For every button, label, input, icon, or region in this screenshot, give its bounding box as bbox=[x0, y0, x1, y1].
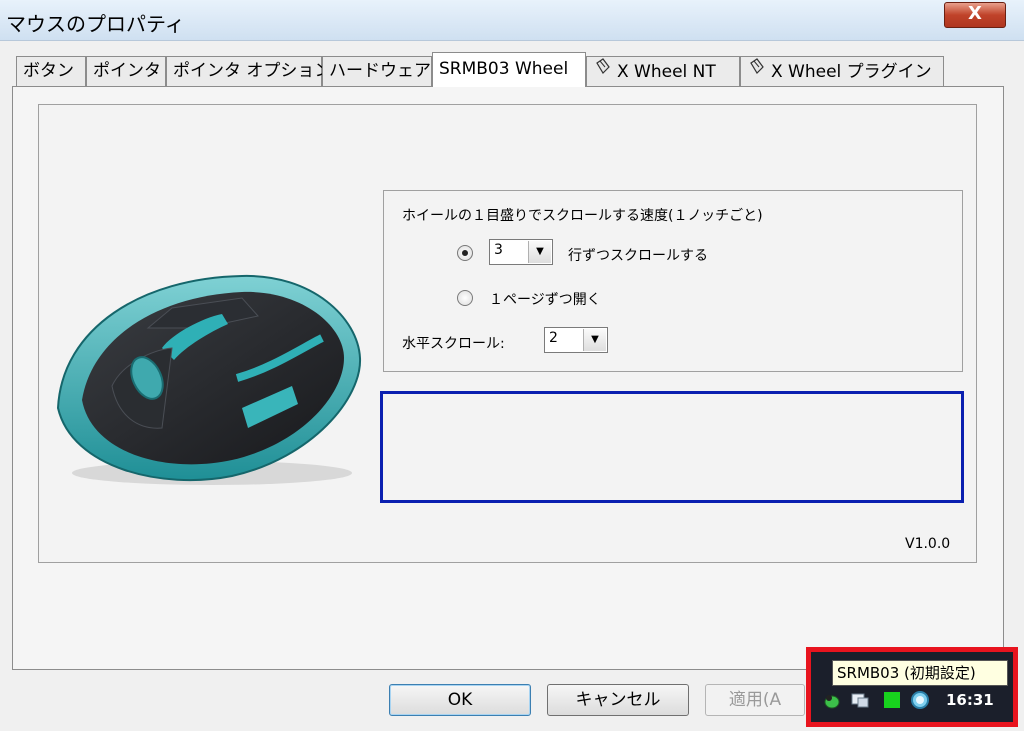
chevron-down-icon[interactable]: ▼ bbox=[528, 241, 551, 263]
green-status-icon[interactable] bbox=[882, 690, 902, 710]
network-icon[interactable] bbox=[850, 690, 870, 710]
horizontal-scroll-dropdown[interactable]: 2 ▼ bbox=[544, 327, 608, 353]
lines-scroll-label: 行ずつスクロールする bbox=[568, 248, 708, 264]
window-title: マウスのプロパティ bbox=[6, 12, 185, 36]
tray-tooltip: SRMB03 (初期設定) bbox=[832, 660, 1008, 686]
system-tray bbox=[806, 647, 1018, 727]
mouse-tray-icon[interactable] bbox=[822, 690, 842, 710]
tab-buttons[interactable]: ボタン bbox=[16, 56, 86, 86]
cancel-button[interactable]: キャンセル bbox=[547, 684, 689, 716]
horizontal-scroll-label: 水平スクロール: bbox=[402, 336, 505, 352]
horizontal-scroll-value: 2 bbox=[549, 330, 558, 346]
apply-button[interactable]: 適用(A bbox=[705, 684, 805, 716]
lines-scroll-radio[interactable] bbox=[457, 245, 473, 261]
page-scroll-label: １ページずつ開く bbox=[489, 292, 601, 308]
clock: 16:31 bbox=[946, 691, 994, 709]
wheel-speed-group-label: ホイールの１目盛りでスクロールする速度(１ノッチごと) bbox=[402, 208, 763, 224]
ok-button[interactable]: OK bbox=[389, 684, 531, 716]
chevron-down-icon[interactable]: ▼ bbox=[583, 329, 606, 351]
version-label: V1.0.0 bbox=[905, 536, 951, 552]
lines-per-notch-dropdown[interactable]: 3 ▼ bbox=[489, 239, 553, 265]
tab-srmb03-wheel[interactable]: SRMB03 Wheel bbox=[432, 52, 586, 87]
mouse-icon bbox=[593, 57, 613, 87]
tab-x-wheel-nt[interactable]: X Wheel NT bbox=[586, 56, 740, 86]
sync-icon[interactable] bbox=[910, 690, 930, 710]
close-button[interactable]: X bbox=[944, 2, 1006, 28]
page-scroll-radio[interactable] bbox=[457, 290, 473, 306]
highlight-box bbox=[380, 391, 964, 503]
tab-hardware[interactable]: ハードウェア bbox=[322, 56, 432, 86]
tab-pointer[interactable]: ポインタ bbox=[86, 56, 166, 86]
mouse-product-image bbox=[56, 274, 362, 485]
title-bar: マウスのプロパティ X bbox=[0, 0, 1024, 41]
tab-pointer-options[interactable]: ポインタ オプション bbox=[166, 56, 331, 86]
mouse-icon bbox=[747, 57, 767, 87]
lines-per-notch-value: 3 bbox=[494, 242, 503, 258]
tab-x-wheel-plugin[interactable]: X Wheel プラグイン bbox=[740, 56, 944, 86]
